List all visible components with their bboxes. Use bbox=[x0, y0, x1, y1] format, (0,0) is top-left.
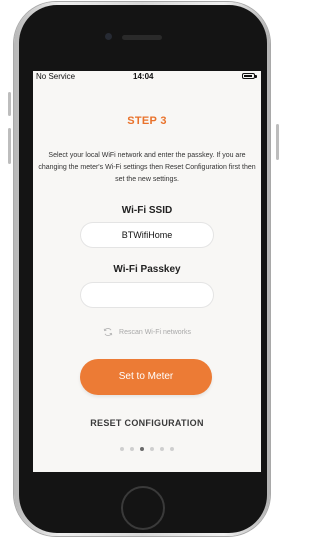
status-time: 14:04 bbox=[133, 72, 154, 81]
set-to-meter-button[interactable]: Set to Meter bbox=[80, 359, 212, 395]
app-screen: No Service 14:04 STEP 3 Select your loca… bbox=[33, 71, 261, 472]
carrier-label: No Service bbox=[36, 72, 76, 81]
status-bar: No Service 14:04 bbox=[33, 71, 261, 83]
power-button bbox=[276, 124, 279, 160]
side-button-left bbox=[8, 92, 11, 116]
instructions-text: Select your local WiFi network and enter… bbox=[38, 152, 256, 183]
page-dot[interactable] bbox=[150, 447, 154, 451]
page-dot[interactable] bbox=[160, 447, 164, 451]
step-title: STEP 3 bbox=[127, 115, 167, 127]
page-dot[interactable] bbox=[130, 447, 134, 451]
refresh-icon bbox=[103, 327, 113, 337]
passkey-input[interactable] bbox=[81, 283, 213, 307]
ssid-input[interactable]: BTWifiHome bbox=[81, 223, 213, 247]
page-dot[interactable] bbox=[120, 447, 124, 451]
page-indicator bbox=[33, 438, 261, 456]
reset-configuration-link[interactable]: RESET CONFIGURATION bbox=[33, 418, 261, 428]
ssid-label: Wi-Fi SSID bbox=[121, 205, 173, 216]
front-camera-icon bbox=[105, 33, 112, 40]
page-dot[interactable] bbox=[170, 447, 174, 451]
passkey-label: Wi-Fi Passkey bbox=[113, 264, 181, 275]
battery-icon bbox=[242, 73, 257, 79]
speaker-grille bbox=[122, 35, 162, 40]
rescan-networks-link[interactable]: Rescan Wi-Fi networks bbox=[33, 327, 261, 339]
home-button[interactable] bbox=[121, 486, 165, 530]
page-dot-active[interactable] bbox=[140, 447, 144, 451]
rescan-label: Rescan Wi-Fi networks bbox=[119, 328, 191, 336]
volume-button-up bbox=[8, 128, 11, 164]
